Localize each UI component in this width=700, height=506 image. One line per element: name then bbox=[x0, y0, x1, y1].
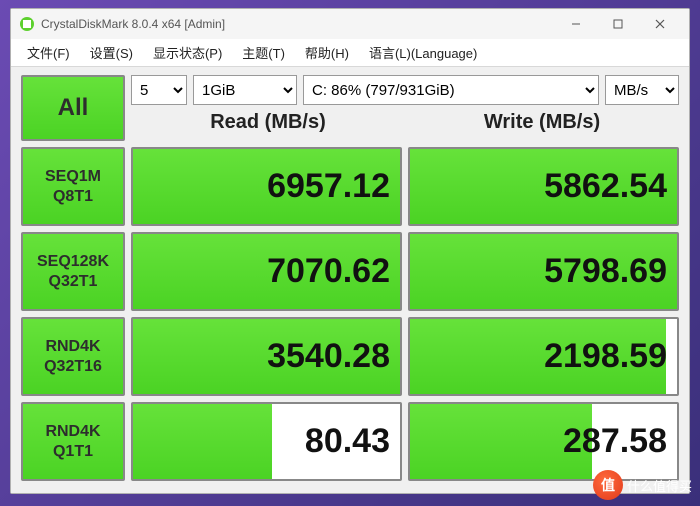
write-cell-2: 2198.59 bbox=[408, 317, 679, 396]
test-button-2[interactable]: RND4K Q32T16 bbox=[21, 317, 125, 396]
test-button-line1: RND4K bbox=[45, 422, 100, 442]
read-value: 6957.12 bbox=[267, 167, 390, 206]
drive-select[interactable]: C: 86% (797/931GiB) bbox=[303, 75, 599, 105]
unit-select[interactable]: MB/s bbox=[605, 75, 679, 105]
read-bar bbox=[133, 404, 272, 479]
write-header: Write (MB/s) bbox=[405, 111, 679, 141]
read-cell-0: 6957.12 bbox=[131, 147, 402, 226]
maximize-button[interactable] bbox=[597, 10, 639, 38]
left-column: All SEQ1M Q8T1 SEQ128K Q32T1 RND4K Q32T1… bbox=[21, 75, 125, 481]
all-button[interactable]: All bbox=[21, 75, 125, 141]
menu-language[interactable]: 语言(L)(Language) bbox=[359, 41, 487, 64]
menu-file[interactable]: 文件(F) bbox=[17, 41, 80, 64]
test-button-line2: Q32T16 bbox=[44, 357, 102, 377]
all-button-label: All bbox=[58, 94, 89, 122]
read-header: Read (MB/s) bbox=[131, 111, 405, 141]
test-button-3[interactable]: RND4K Q1T1 bbox=[21, 402, 125, 481]
right-column: 5 1GiB C: 86% (797/931GiB) MB/s Read (MB… bbox=[131, 75, 679, 481]
write-cell-3: 287.58 bbox=[408, 402, 679, 481]
result-row: 3540.28 2198.59 bbox=[131, 317, 679, 396]
write-value: 2198.59 bbox=[544, 337, 667, 376]
test-button-line1: RND4K bbox=[45, 337, 100, 357]
test-button-line1: SEQ128K bbox=[37, 252, 109, 272]
test-button-line1: SEQ1M bbox=[45, 167, 101, 187]
app-window: CrystalDiskMark 8.0.4 x64 [Admin] 文件(F) … bbox=[10, 8, 690, 494]
write-cell-1: 5798.69 bbox=[408, 232, 679, 311]
loops-select[interactable]: 5 bbox=[131, 75, 187, 105]
read-cell-1: 7070.62 bbox=[131, 232, 402, 311]
result-row: 7070.62 5798.69 bbox=[131, 232, 679, 311]
read-value: 80.43 bbox=[305, 422, 390, 461]
write-cell-0: 5862.54 bbox=[408, 147, 679, 226]
read-value: 3540.28 bbox=[267, 337, 390, 376]
menu-theme[interactable]: 主题(T) bbox=[232, 41, 295, 64]
read-cell-2: 3540.28 bbox=[131, 317, 402, 396]
titlebar: CrystalDiskMark 8.0.4 x64 [Admin] bbox=[11, 9, 689, 39]
menubar: 文件(F) 设置(S) 显示状态(P) 主题(T) 帮助(H) 语言(L)(La… bbox=[11, 39, 689, 67]
menu-help[interactable]: 帮助(H) bbox=[295, 41, 359, 64]
menu-settings[interactable]: 设置(S) bbox=[80, 41, 143, 64]
window-title: CrystalDiskMark 8.0.4 x64 [Admin] bbox=[41, 17, 555, 31]
results-grid: 6957.12 5862.54 7070.62 5798.69 3540.28 … bbox=[131, 147, 679, 481]
menu-display[interactable]: 显示状态(P) bbox=[143, 41, 232, 64]
headers-row: Read (MB/s) Write (MB/s) bbox=[131, 111, 679, 141]
test-button-line2: Q8T1 bbox=[53, 187, 93, 207]
test-button-line2: Q1T1 bbox=[53, 442, 93, 462]
write-value: 5798.69 bbox=[544, 252, 667, 291]
read-value: 7070.62 bbox=[267, 252, 390, 291]
content-area: All SEQ1M Q8T1 SEQ128K Q32T1 RND4K Q32T1… bbox=[11, 67, 689, 493]
test-button-line2: Q32T1 bbox=[49, 272, 98, 292]
result-row: 80.43 287.58 bbox=[131, 402, 679, 481]
app-icon bbox=[19, 16, 35, 32]
test-button-1[interactable]: SEQ128K Q32T1 bbox=[21, 232, 125, 311]
test-button-0[interactable]: SEQ1M Q8T1 bbox=[21, 147, 125, 226]
minimize-button[interactable] bbox=[555, 10, 597, 38]
write-value: 287.58 bbox=[563, 422, 667, 461]
size-select[interactable]: 1GiB bbox=[193, 75, 297, 105]
controls-row: 5 1GiB C: 86% (797/931GiB) MB/s bbox=[131, 75, 679, 105]
close-button[interactable] bbox=[639, 10, 681, 38]
write-value: 5862.54 bbox=[544, 167, 667, 206]
read-cell-3: 80.43 bbox=[131, 402, 402, 481]
result-row: 6957.12 5862.54 bbox=[131, 147, 679, 226]
